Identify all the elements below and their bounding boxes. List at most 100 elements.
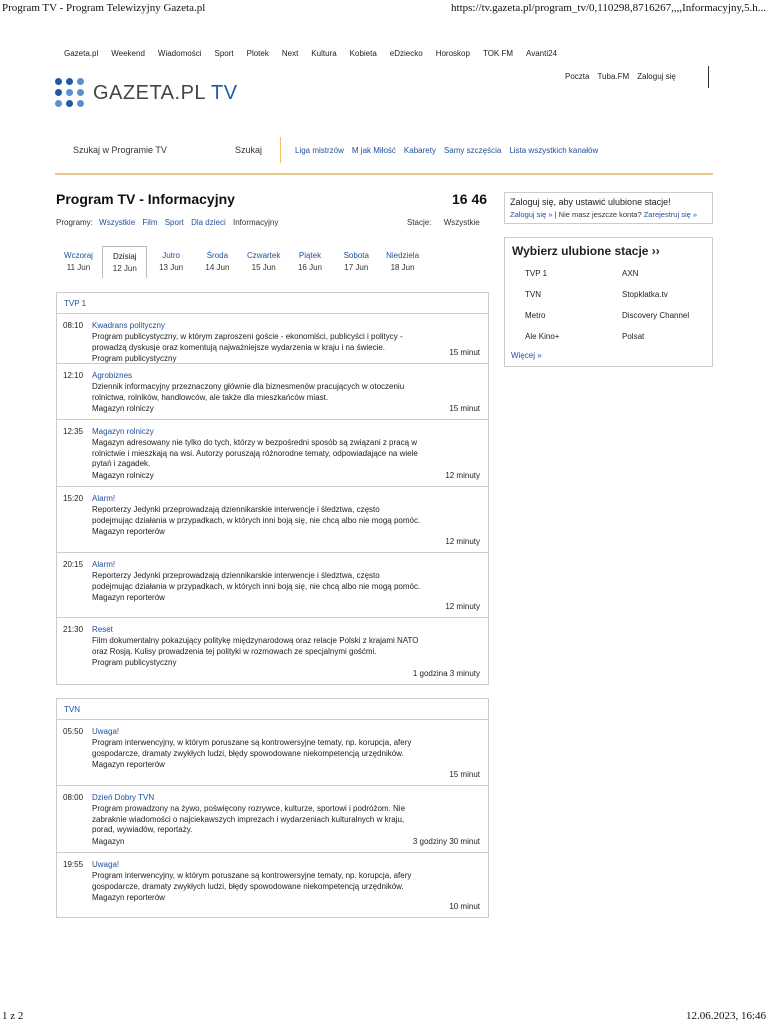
day-date: 17 Jun: [344, 263, 369, 272]
nav-link-tokfm[interactable]: TOK FM: [483, 49, 513, 58]
program-duration: 10 minut: [449, 902, 480, 911]
program-duration: 3 godziny 30 minut: [412, 837, 480, 846]
quick-links: Liga mistrzów M jak Miłość Kabarety Samy…: [295, 146, 606, 155]
favorite-stations-box: Wybierz ulubione stacje ›› TVP 1 AXN TVN…: [504, 237, 713, 367]
program-description: Program prowadzony na żywo, poświęcony r…: [92, 804, 406, 834]
program-title[interactable]: Uwaga!: [92, 860, 482, 869]
search-input[interactable]: Szukaj w Programie TV: [73, 145, 167, 155]
nav-link-plotek[interactable]: Plotek: [247, 49, 269, 58]
day-date: 18 Jun: [390, 263, 415, 272]
program-title[interactable]: Reset: [92, 625, 482, 634]
day-name: Niedziela: [386, 251, 420, 260]
quick-link-m-jak-milosc[interactable]: M jak Miłość: [352, 146, 396, 155]
program-title[interactable]: Kwadrans polityczny: [92, 321, 482, 330]
day-name: Czwartek: [247, 251, 281, 260]
station-option[interactable]: Metro: [525, 311, 545, 320]
register-link[interactable]: Zarejestruj się »: [644, 210, 697, 219]
channel-block-tvp1: TVP 1 08:10 Kwadrans polityczny Program …: [56, 292, 489, 685]
program-time: 08:10: [63, 321, 84, 330]
program-title[interactable]: Alarm!: [92, 494, 482, 503]
station-option[interactable]: Stopklatka.tv: [622, 290, 668, 299]
quick-link-liga-mistrzow[interactable]: Liga mistrzów: [295, 146, 344, 155]
filter-film[interactable]: Film: [142, 218, 157, 227]
stations-filter: Stacje: Wszystkie: [407, 218, 480, 227]
program-title[interactable]: Dzień Dobry TVN: [92, 793, 482, 802]
nav-link-avanti24[interactable]: Avanti24: [526, 49, 557, 58]
tab-day-sunday[interactable]: Niedziela 18 Jun: [380, 246, 425, 278]
program-description: Film dokumentalny pokazujący politykę mi…: [92, 636, 419, 656]
program-item: 08:10 Kwadrans polityczny Program public…: [57, 314, 488, 364]
nav-link-wiadomosci[interactable]: Wiadomości: [158, 49, 202, 58]
program-time: 15:20: [63, 494, 84, 503]
program-title[interactable]: Magazyn rolniczy: [92, 427, 482, 436]
day-date: 13 Jun: [159, 263, 184, 272]
favorite-stations-title[interactable]: Wybierz ulubione stacje ››: [512, 244, 705, 258]
program-title[interactable]: Alarm!: [92, 560, 482, 569]
print-title: Program TV - Program Telewizyjny Gazeta.…: [2, 2, 206, 14]
page-title: Program TV - Informacyjny: [56, 191, 235, 207]
nav-link-kobieta[interactable]: Kobieta: [350, 49, 377, 58]
quick-link-all-channels[interactable]: Lista wszystkich kanałów: [509, 146, 598, 155]
site-logo[interactable]: GAZETA.PL TV: [55, 78, 238, 108]
nav-link-weekend[interactable]: Weekend: [111, 49, 145, 58]
station-option[interactable]: Ale Kino+: [525, 332, 559, 341]
login-link[interactable]: Zaloguj się »: [510, 210, 553, 219]
channel-name[interactable]: TVN: [57, 699, 488, 720]
station-option[interactable]: TVP 1: [525, 269, 547, 278]
station-option[interactable]: AXN: [622, 269, 638, 278]
station-option[interactable]: TVN: [525, 290, 541, 299]
program-description: Program publicystyczny, w którym zaprosz…: [92, 332, 403, 352]
channel-name[interactable]: TVP 1: [57, 293, 488, 314]
program-item: 12:35 Magazyn rolniczy Magazyn adresowan…: [57, 420, 488, 487]
day-date: 16 Jun: [297, 263, 322, 272]
tab-day-friday[interactable]: Piątek 16 Jun: [287, 246, 332, 278]
link-login[interactable]: Zaloguj się: [637, 72, 676, 81]
program-time: 05:50: [63, 727, 84, 736]
nav-link-edziecko[interactable]: eDziecko: [390, 49, 423, 58]
program-description: Magazyn adresowany nie tylko do tych, kt…: [92, 438, 418, 468]
more-stations-link[interactable]: Więcej »: [511, 351, 542, 360]
quick-link-kabarety[interactable]: Kabarety: [404, 146, 436, 155]
program-title[interactable]: Uwaga!: [92, 727, 482, 736]
link-poczta[interactable]: Poczta: [565, 72, 589, 81]
program-item: 19:55 Uwaga! Program interwencyjny, w kt…: [57, 853, 488, 917]
nav-link-next[interactable]: Next: [282, 49, 298, 58]
day-name: Dzisiaj: [113, 252, 137, 261]
program-description: Program interwencyjny, w którym poruszan…: [92, 738, 412, 758]
stations-select[interactable]: Wszystkie: [444, 218, 480, 227]
program-item: 20:15 Alarm! Reporterzy Jedynki przeprow…: [57, 553, 488, 618]
channel-block-tvn: TVN 05:50 Uwaga! Program interwencyjny, …: [56, 698, 489, 918]
filter-kids[interactable]: Dla dzieci: [191, 218, 226, 227]
day-name: Środa: [206, 251, 229, 260]
program-duration: 15 minut: [449, 404, 480, 413]
station-option[interactable]: Discovery Channel: [622, 311, 689, 320]
quick-link-samy-szczescia[interactable]: Samy szczęścia: [444, 146, 501, 155]
program-genre: Program publicystyczny: [92, 354, 177, 363]
tab-day-wednesday[interactable]: Środa 14 Jun: [195, 246, 240, 278]
tab-day-tomorrow[interactable]: Jutro 13 Jun: [149, 246, 194, 278]
nav-link-horoskop[interactable]: Horoskop: [436, 49, 470, 58]
tab-day-today[interactable]: Dzisiaj 12 Jun: [102, 246, 148, 278]
tab-day-yesterday[interactable]: Wczoraj 11 Jun: [56, 246, 101, 278]
search-button[interactable]: Szukaj: [235, 145, 262, 155]
search-bar: Szukaj w Programie TV Szukaj Liga mistrz…: [55, 137, 713, 175]
filter-news-active[interactable]: Informacyjny: [233, 218, 278, 227]
program-genre: Magazyn reporterów: [92, 760, 165, 769]
nav-link-gazeta[interactable]: Gazeta.pl: [64, 49, 98, 58]
program-genre: Magazyn reporterów: [92, 593, 165, 602]
print-datetime: 12.06.2023, 16:46: [685, 1010, 766, 1022]
filter-all[interactable]: Wszystkie: [99, 218, 135, 227]
program-description: Reporterzy Jedynki przeprowadzają dzienn…: [92, 571, 421, 591]
nav-link-sport[interactable]: Sport: [214, 49, 233, 58]
link-tuba-fm[interactable]: Tuba.FM: [597, 72, 629, 81]
tab-day-saturday[interactable]: Sobota 17 Jun: [334, 246, 379, 278]
program-duration: 15 minut: [449, 770, 480, 779]
nav-link-kultura[interactable]: Kultura: [311, 49, 336, 58]
day-date: 12 Jun: [112, 264, 137, 273]
program-title[interactable]: Agrobiznes: [92, 371, 482, 380]
station-option[interactable]: Polsat: [622, 332, 644, 341]
tab-day-thursday[interactable]: Czwartek 15 Jun: [241, 246, 286, 278]
program-time: 21:30: [63, 625, 84, 634]
filter-sport[interactable]: Sport: [165, 218, 184, 227]
program-duration: 1 godzina 3 minuty: [412, 669, 480, 678]
